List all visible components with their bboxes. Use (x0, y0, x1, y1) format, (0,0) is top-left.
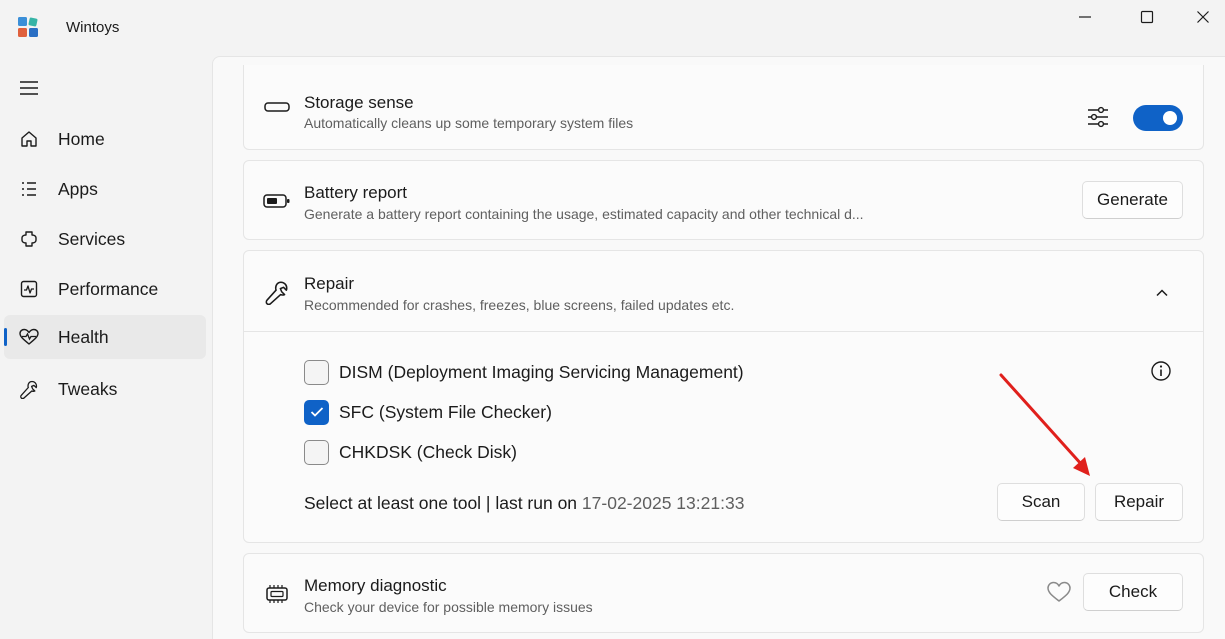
sfc-label: SFC (System File Checker) (339, 401, 552, 422)
sidebar-item-label: Home (58, 128, 105, 149)
sidebar: Home Apps Services Performance Health Tw… (0, 56, 212, 639)
minimize-button[interactable] (1060, 0, 1110, 34)
card-description: Recommended for crashes, freezes, blue s… (304, 297, 735, 313)
repair-card: Repair Recommended for crashes, freezes,… (243, 250, 1204, 543)
menu-toggle-button[interactable] (14, 74, 44, 102)
card-description: Check your device for possible memory is… (304, 599, 593, 615)
chkdsk-label: CHKDSK (Check Disk) (339, 441, 517, 462)
home-icon (18, 128, 40, 150)
services-icon (18, 228, 40, 250)
status-text: Select at least one tool | last run on (304, 493, 578, 513)
generate-button[interactable]: Generate (1082, 181, 1183, 219)
toggle-knob (1163, 111, 1177, 125)
card-title: Memory diagnostic (304, 576, 447, 595)
heart-favorite-icon[interactable] (1046, 580, 1074, 606)
memory-chip-icon (262, 579, 292, 609)
close-icon (1197, 11, 1209, 23)
chevron-up-icon[interactable] (1150, 281, 1174, 305)
apps-list-icon (18, 178, 40, 200)
heart-pulse-icon (18, 326, 40, 348)
title-bar: Wintoys (0, 0, 1225, 56)
performance-icon (18, 278, 40, 300)
battery-icon (262, 186, 292, 216)
sidebar-item-label: Performance (58, 278, 159, 299)
active-indicator (4, 328, 7, 346)
dism-checkbox[interactable] (304, 359, 329, 385)
sidebar-item-performance[interactable]: Performance (4, 267, 206, 311)
hamburger-icon (20, 81, 38, 95)
storage-icon (262, 92, 292, 122)
close-button[interactable] (1178, 0, 1225, 34)
repair-status: Select at least one tool | last run on 1… (304, 493, 744, 514)
sfc-checkbox[interactable] (304, 399, 329, 425)
info-icon[interactable] (1150, 360, 1174, 384)
scan-button[interactable]: Scan (997, 483, 1085, 521)
storage-sense-toggle[interactable] (1133, 105, 1183, 131)
sidebar-item-label: Services (58, 228, 126, 249)
sidebar-item-apps[interactable]: Apps (4, 167, 206, 211)
sidebar-item-label: Tweaks (58, 378, 118, 399)
repair-button[interactable]: Repair (1095, 483, 1183, 521)
sidebar-item-health[interactable]: Health (4, 315, 206, 359)
dism-label: DISM (Deployment Imaging Servicing Manag… (339, 361, 744, 382)
chkdsk-checkbox-row[interactable]: CHKDSK (Check Disk) (304, 439, 517, 465)
last-run-timestamp: 17-02-2025 13:21:33 (581, 493, 745, 513)
card-divider (244, 331, 1203, 332)
main-content: Storage sense Automatically cleans up so… (212, 56, 1225, 639)
dism-checkbox-row[interactable]: DISM (Deployment Imaging Servicing Manag… (304, 359, 744, 385)
window-title: Wintoys (66, 19, 120, 36)
sidebar-item-tweaks[interactable]: Tweaks (4, 367, 206, 411)
card-title: Battery report (304, 183, 407, 202)
settings-sliders-icon[interactable] (1086, 106, 1112, 130)
card-description: Automatically cleans up some temporary s… (304, 115, 634, 131)
battery-report-card: Battery report Generate a battery report… (243, 160, 1204, 240)
maximize-icon (1140, 10, 1154, 24)
minimize-icon (1079, 16, 1091, 18)
card-title: Storage sense (304, 93, 414, 112)
sidebar-item-label: Health (58, 326, 109, 347)
sfc-checkbox-row[interactable]: SFC (System File Checker) (304, 399, 552, 425)
sidebar-item-label: Apps (58, 178, 98, 199)
check-button[interactable]: Check (1083, 573, 1183, 611)
chkdsk-checkbox[interactable] (304, 439, 329, 465)
sidebar-item-services[interactable]: Services (4, 217, 206, 261)
checkmark-icon (310, 407, 323, 417)
card-description: Generate a battery report containing the… (304, 206, 864, 222)
wintoys-logo-icon (18, 17, 38, 37)
sidebar-item-home[interactable]: Home (4, 117, 206, 161)
repair-wrench-icon (262, 277, 292, 307)
wrench-icon (18, 378, 40, 400)
storage-sense-card: Storage sense Automatically cleans up so… (243, 65, 1204, 150)
maximize-button[interactable] (1122, 0, 1172, 34)
memory-diagnostic-card: Memory diagnostic Check your device for … (243, 553, 1204, 633)
card-title: Repair (304, 274, 355, 293)
